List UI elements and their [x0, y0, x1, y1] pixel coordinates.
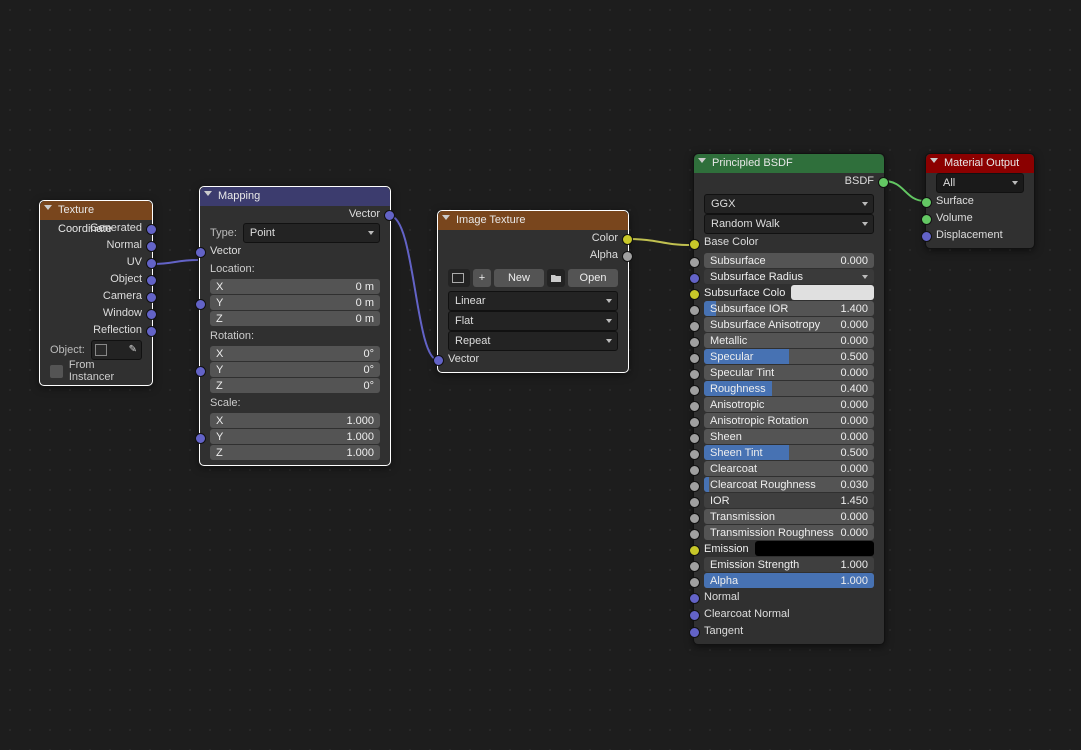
bsdf-subsurface[interactable]: Subsurface0.000 [704, 253, 874, 268]
node-header[interactable]: Principled BSDF [694, 154, 884, 173]
from-instancer-checkbox[interactable]: From Instancer [40, 361, 152, 381]
distribution-dropdown[interactable]: GGX [704, 194, 874, 214]
bsdf-specular[interactable]: Specular0.500 [704, 349, 874, 364]
output-alpha: Alpha [438, 247, 628, 264]
rotation-label: Rotation: [200, 327, 390, 345]
bsdf-ior[interactable]: IOR1.450 [704, 493, 874, 508]
input-base-color: Base Color [694, 234, 884, 252]
bsdf-alpha[interactable]: Alpha1.000 [704, 573, 874, 588]
node-header[interactable]: Image Texture [438, 211, 628, 230]
bsdf-transmission[interactable]: Transmission0.000 [704, 509, 874, 524]
location-x[interactable]: X0 m [210, 279, 380, 294]
input-tangent: Tangent [694, 623, 884, 640]
extension-dropdown[interactable]: Repeat [448, 331, 618, 351]
bsdf-sheen-tint[interactable]: Sheen Tint0.500 [704, 445, 874, 460]
output-camera: Camera [40, 288, 152, 305]
rotation-y[interactable]: Y0° [210, 362, 380, 377]
input-displacement: Displacement [926, 227, 1034, 244]
node-header[interactable]: Texture Coordinate [40, 201, 152, 220]
node-header[interactable]: Mapping [200, 187, 390, 206]
output-color: Color [438, 230, 628, 247]
node-title: Mapping [218, 190, 260, 202]
bsdf-subsurface-ior[interactable]: Subsurface IOR1.400 [704, 301, 874, 316]
object-label: Object: [50, 344, 85, 356]
node-principled-bsdf[interactable]: Principled BSDF BSDF GGX Random Walk Bas… [693, 153, 885, 645]
input-normal: Normal [694, 589, 884, 606]
add-image-button[interactable]: + [473, 269, 491, 287]
scale-y[interactable]: Y1.000 [210, 429, 380, 444]
node-material-output[interactable]: Material Output All SurfaceVolumeDisplac… [925, 153, 1035, 249]
type-value[interactable]: Point [243, 223, 380, 243]
projection-dropdown[interactable]: Flat [448, 311, 618, 331]
location-z[interactable]: Z0 m [210, 311, 380, 326]
bsdf-emission[interactable]: Emission [704, 541, 874, 556]
node-texture-coordinate[interactable]: Texture Coordinate GeneratedNormalUVObje… [39, 200, 153, 386]
input-clearcoat-normal: Clearcoat Normal [694, 606, 884, 623]
bsdf-sheen[interactable]: Sheen0.000 [704, 429, 874, 444]
bsdf-metallic[interactable]: Metallic0.000 [704, 333, 874, 348]
output-object: Object [40, 271, 152, 288]
from-instancer-label: From Instancer [69, 359, 142, 383]
scale-z[interactable]: Z1.000 [210, 445, 380, 460]
new-image-button[interactable]: New [494, 269, 544, 287]
scale-x[interactable]: X1.000 [210, 413, 380, 428]
bsdf-roughness[interactable]: Roughness0.400 [704, 381, 874, 396]
bsdf-anisotropic[interactable]: Anisotropic0.000 [704, 397, 874, 412]
target-dropdown[interactable]: All [936, 173, 1024, 193]
sss-method-dropdown[interactable]: Random Walk [704, 214, 874, 234]
bsdf-subsurface-colo[interactable]: Subsurface Colo [704, 285, 874, 300]
open-folder-icon[interactable] [547, 269, 565, 287]
input-surface: Surface [926, 193, 1034, 210]
output-reflection: Reflection [40, 322, 152, 339]
output-vector: Vector [200, 206, 390, 223]
interpolation-dropdown[interactable]: Linear [448, 291, 618, 311]
bsdf-clearcoat[interactable]: Clearcoat0.000 [704, 461, 874, 476]
location-y[interactable]: Y0 m [210, 295, 380, 310]
output-normal: Normal [40, 237, 152, 254]
node-title: Material Output [944, 157, 1019, 169]
location-label: Location: [200, 260, 390, 278]
rotation-z[interactable]: Z0° [210, 378, 380, 393]
scale-label: Scale: [200, 394, 390, 412]
bsdf-transmission-roughness[interactable]: Transmission Roughness0.000 [704, 525, 874, 540]
input-volume: Volume [926, 210, 1034, 227]
node-header[interactable]: Material Output [926, 154, 1034, 173]
node-title: Principled BSDF [712, 157, 793, 169]
node-image-texture[interactable]: Image Texture Color Alpha + New Open Lin… [437, 210, 629, 373]
type-dropdown[interactable]: Type: Point [200, 223, 390, 243]
node-mapping[interactable]: Mapping Vector Type: Point Vector Locati… [199, 186, 391, 466]
output-window: Window [40, 305, 152, 322]
bsdf-specular-tint[interactable]: Specular Tint0.000 [704, 365, 874, 380]
bsdf-subsurface-radius[interactable]: Subsurface Radius [704, 269, 874, 284]
bsdf-emission-strength[interactable]: Emission Strength1.000 [704, 557, 874, 572]
rotation-x[interactable]: X0° [210, 346, 380, 361]
output-uv: UV [40, 254, 152, 271]
bsdf-subsurface-anisotropy[interactable]: Subsurface Anisotropy0.000 [704, 317, 874, 332]
type-label: Type: [210, 227, 237, 239]
input-vector: Vector [438, 351, 628, 368]
image-browse-button[interactable] [448, 269, 470, 287]
output-generated: Generated [40, 220, 152, 237]
open-image-button[interactable]: Open [568, 269, 618, 287]
input-vector: Vector [200, 243, 390, 260]
bsdf-clearcoat-roughness[interactable]: Clearcoat Roughness0.030 [704, 477, 874, 492]
object-field[interactable]: Object: ✎ [40, 339, 152, 361]
node-title: Image Texture [456, 214, 526, 226]
eyedropper-icon[interactable]: ✎ [129, 344, 137, 355]
bsdf-anisotropic-rotation[interactable]: Anisotropic Rotation0.000 [704, 413, 874, 428]
output-bsdf: BSDF [694, 173, 884, 190]
